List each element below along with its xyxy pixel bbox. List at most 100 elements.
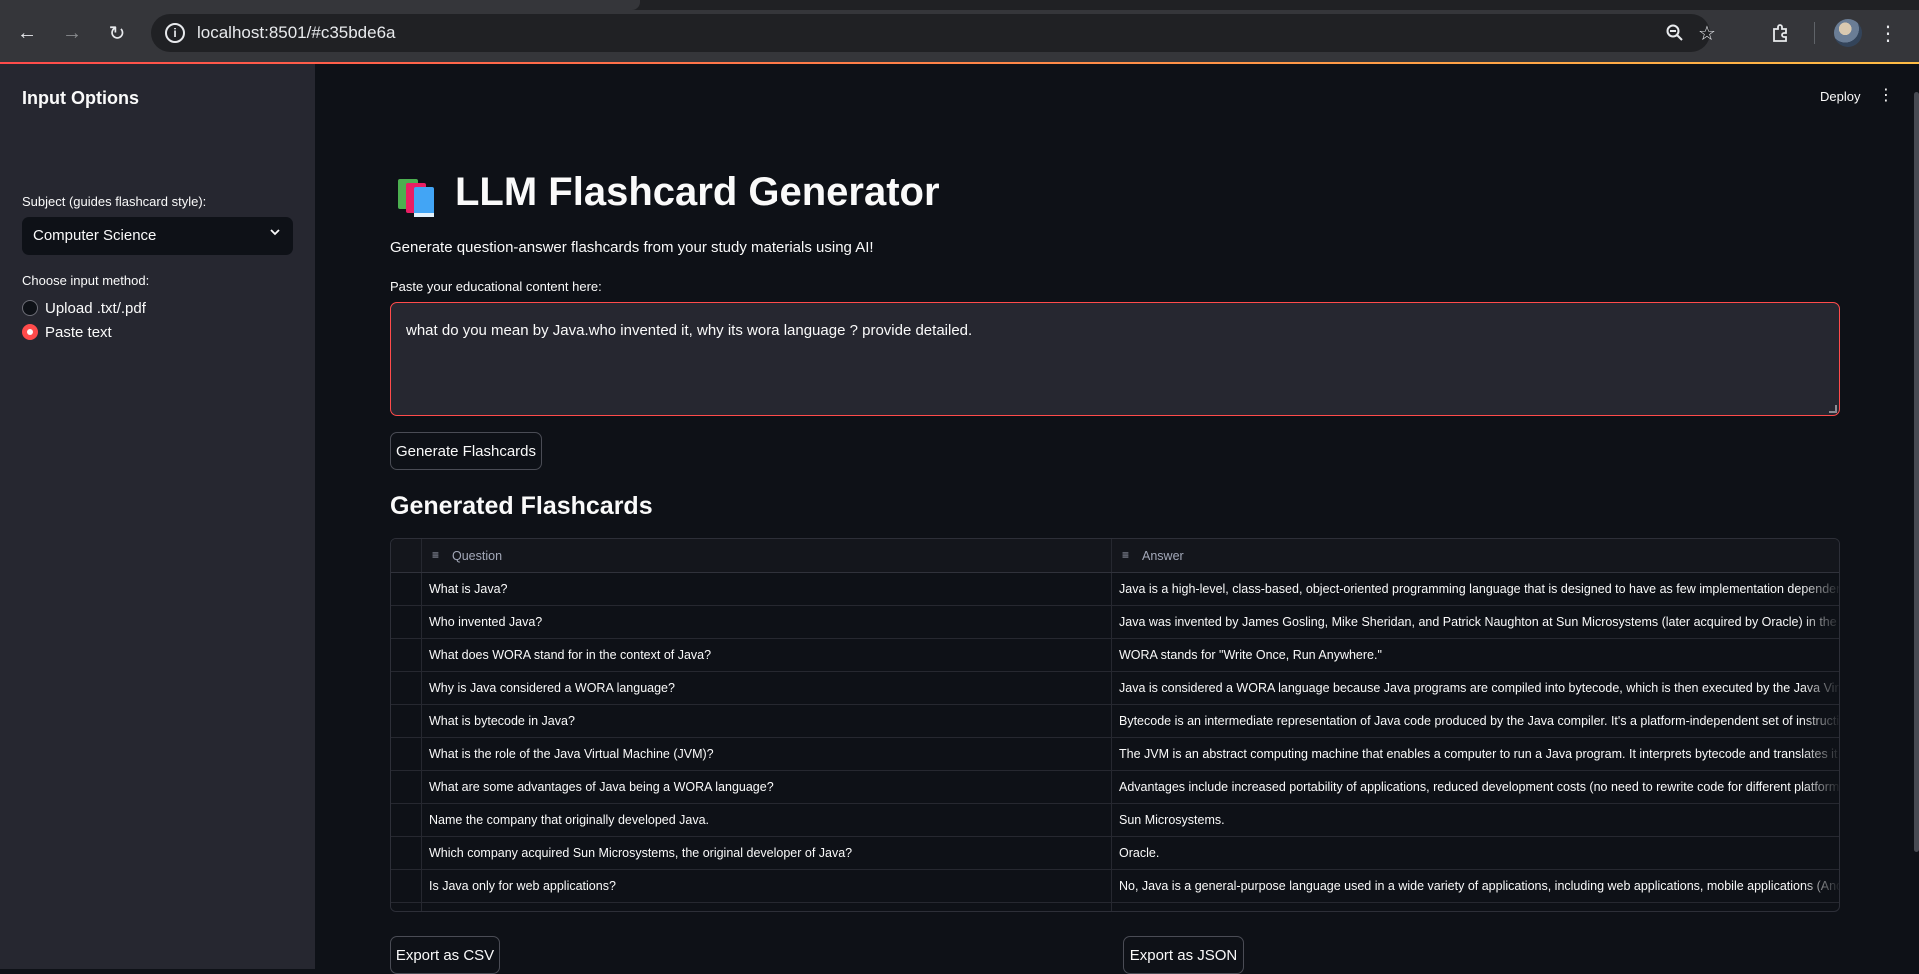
question-cell[interactable]: What is bytecode in Java? (422, 705, 1112, 737)
question-text: Is Java only for web applications? (429, 879, 616, 893)
url-text[interactable]: localhost:8501/#c35bde6a (197, 23, 396, 43)
radio-paste[interactable]: Paste text (22, 322, 112, 342)
question-text: What is Java? (429, 582, 508, 596)
radio-upload[interactable]: Upload .txt/.pdf (22, 298, 146, 318)
table-row[interactable]: Why is Java considered a WORA language? J… (391, 672, 1839, 705)
flashcards-table[interactable]: ≡ Question ≡ Answer What is Java? Java is… (390, 538, 1840, 912)
row-index-cell[interactable] (391, 870, 422, 902)
subject-label: Subject (guides flashcard style): (22, 194, 207, 209)
question-cell[interactable]: Is Java only for web applications? (422, 870, 1112, 902)
question-text: What is bytecode in Java? (429, 714, 575, 728)
question-cell[interactable]: What are some advantages of Java being a… (422, 771, 1112, 803)
question-text: Which company acquired Sun Microsystems,… (429, 846, 853, 860)
section-title: Generated Flashcards (390, 492, 653, 520)
subject-select-value: Computer Science (33, 227, 157, 244)
scrollbar[interactable] (1914, 92, 1919, 852)
export-csv-button[interactable]: Export as CSV (390, 936, 500, 974)
answer-header-label: Answer (1142, 549, 1184, 563)
row-index-cell[interactable] (391, 639, 422, 671)
reload-icon[interactable]: ↻ (103, 19, 131, 47)
generate-flashcards-button[interactable]: Generate Flashcards (390, 432, 542, 470)
answer-text: Java was invented by James Gosling, Mike… (1119, 615, 1840, 629)
question-text: Name the company that originally develop… (429, 813, 710, 827)
table-row[interactable]: What is the role of the Java Virtual Mac… (391, 738, 1839, 771)
extensions-icon[interactable] (1767, 19, 1795, 47)
question-cell[interactable]: What does WORA stand for in the context … (422, 639, 1112, 671)
tab-strip (0, 0, 1919, 10)
content-textarea-label: Paste your educational content here: (390, 279, 602, 294)
cell-overflow-fade (1801, 672, 1839, 704)
zoom-icon[interactable] (1663, 21, 1687, 45)
site-info-icon[interactable]: i (165, 23, 185, 43)
table-row[interactable]: Who invented Java? Java was invented by J… (391, 606, 1840, 639)
question-cell[interactable]: Why is Java considered a WORA language? (422, 672, 1112, 704)
chevron-down-icon (269, 226, 281, 241)
browser-menu-icon[interactable]: ⋮ (1874, 19, 1902, 47)
active-tab[interactable] (0, 0, 640, 10)
bookmark-star-icon[interactable]: ☆ (1695, 21, 1719, 45)
cell-overflow-fade (1801, 738, 1839, 770)
row-index-cell[interactable] (391, 804, 422, 836)
deploy-button[interactable]: Deploy (1820, 89, 1860, 104)
books-icon (398, 179, 434, 217)
cell-overflow-fade (1801, 870, 1839, 902)
answer-cell[interactable]: The JVM is an abstract computing machine… (1112, 738, 1839, 770)
page-title: LLM Flashcard Generator (455, 170, 940, 214)
content-textarea[interactable]: what do you mean by Java.who invented it… (390, 302, 1840, 416)
question-cell[interactable]: What is Java? (422, 573, 1112, 605)
question-text: What is the role of the Java Virtual Mac… (429, 747, 714, 761)
table-row[interactable]: What does WORA stand for in the context … (391, 639, 1839, 672)
export-json-button[interactable]: Export as JSON (1123, 936, 1244, 974)
answer-cell[interactable]: Java is considered a WORA language becau… (1112, 672, 1839, 704)
question-cell[interactable]: Name the company that originally develop… (422, 804, 1112, 836)
answer-text: Java is considered a WORA language becau… (1119, 681, 1839, 695)
row-index-cell[interactable] (391, 738, 422, 770)
question-cell[interactable]: Who invented Java? (422, 606, 1112, 638)
answer-text: Sun Microsystems. (1119, 813, 1225, 827)
row-index-cell[interactable] (391, 705, 422, 737)
answer-cell[interactable]: Java was invented by James Gosling, Mike… (1112, 606, 1840, 638)
table-row[interactable]: What is bytecode in Java? Bytecode is an … (391, 705, 1839, 738)
cell-overflow-fade (1801, 639, 1839, 671)
browser-chrome: ← → ↻ i localhost:8501/#c35bde6a ☆ ⋮ (0, 0, 1919, 62)
table-row[interactable]: Is Java only for web applications? No, Ja… (391, 870, 1839, 903)
resize-handle[interactable] (1829, 405, 1837, 413)
answer-column-header[interactable]: ≡ Answer (1112, 539, 1839, 572)
text-column-icon: ≡ (432, 548, 440, 562)
cell-overflow-fade (1801, 804, 1839, 836)
radio-upload-circle[interactable] (22, 300, 38, 316)
row-index-cell (391, 903, 422, 911)
question-cell[interactable]: What is the role of the Java Virtual Mac… (422, 738, 1112, 770)
table-row[interactable]: Name the company that originally develop… (391, 804, 1839, 837)
answer-text: Oracle. (1119, 846, 1160, 860)
answer-cell[interactable]: Java is a high-level, class-based, objec… (1112, 573, 1839, 605)
cell-overflow-fade (1801, 837, 1839, 869)
method-label: Choose input method: (22, 273, 150, 288)
answer-cell[interactable]: Oracle. (1112, 837, 1839, 869)
cell-overflow-fade (1801, 573, 1839, 605)
table-row[interactable]: Which company acquired Sun Microsystems,… (391, 837, 1839, 870)
profile-avatar[interactable] (1834, 19, 1862, 47)
address-bar[interactable]: i localhost:8501/#c35bde6a ☆ (151, 14, 1716, 52)
question-cell[interactable]: Which company acquired Sun Microsystems,… (422, 837, 1112, 869)
table-row[interactable]: What is Java? Java is a high-level, class… (391, 573, 1839, 606)
content-textarea-value[interactable]: what do you mean by Java.who invented it… (406, 322, 972, 339)
radio-paste-circle[interactable] (22, 324, 38, 340)
row-index-cell[interactable] (391, 606, 422, 638)
table-row-partial (391, 903, 1839, 911)
answer-cell[interactable]: No, Java is a general-purpose language u… (1112, 870, 1839, 902)
answer-cell[interactable]: WORA stands for "Write Once, Run Anywher… (1112, 639, 1839, 671)
row-index-cell[interactable] (391, 771, 422, 803)
table-row[interactable]: What are some advantages of Java being a… (391, 771, 1839, 804)
main-menu-icon[interactable]: ⋮ (1878, 85, 1894, 105)
back-icon[interactable]: ← (13, 19, 41, 47)
subject-select[interactable]: Computer Science (22, 217, 293, 255)
question-column-header[interactable]: ≡ Question (422, 539, 1112, 572)
answer-cell[interactable]: Advantages include increased portability… (1112, 771, 1839, 803)
row-index-cell[interactable] (391, 837, 422, 869)
row-index-cell[interactable] (391, 573, 422, 605)
answer-cell[interactable]: Bytecode is an intermediate representati… (1112, 705, 1839, 737)
forward-icon[interactable]: → (58, 19, 86, 47)
row-index-cell[interactable] (391, 672, 422, 704)
answer-cell[interactable]: Sun Microsystems. (1112, 804, 1839, 836)
